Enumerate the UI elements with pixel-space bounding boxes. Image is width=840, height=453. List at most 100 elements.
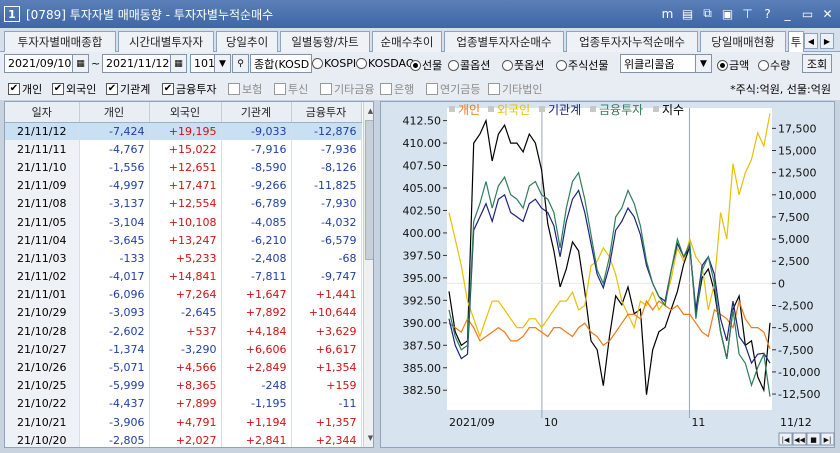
- restore-icon[interactable]: ▭: [799, 4, 816, 23]
- chart-nav-icon[interactable]: ▶|: [824, 436, 832, 444]
- column-header[interactable]: 외국인: [149, 102, 222, 123]
- help-icon[interactable]: ?: [759, 4, 776, 23]
- value-cell: -7,930: [291, 194, 362, 213]
- filter-checkbox-2[interactable]: ✔ 기관계: [106, 81, 150, 97]
- filter-row: ✔ 개인 ✔ 외국인 ✔ 기관계 ✔ 금융투자 보험 투신 기타금융 은행 연기금등 기타법인 *주식:억…: [0, 76, 840, 100]
- table-row[interactable]: 21/11/04 -3,645 +13,247 -6,210 -6,579: [5, 231, 362, 250]
- tab-2[interactable]: 당일추이: [216, 31, 278, 52]
- filter-checkbox-5: 투신: [274, 81, 308, 97]
- radio-icon[interactable]: [556, 59, 567, 71]
- m-icon[interactable]: m: [659, 4, 676, 23]
- minimize-icon[interactable]: _: [779, 4, 796, 23]
- column-header[interactable]: 기관계: [221, 102, 292, 123]
- table-row[interactable]: 21/10/26 -5,071 +4,566 +2,849 +1,354: [5, 358, 362, 377]
- checkbox-checked-icon[interactable]: ✔: [52, 83, 64, 95]
- filter-checkbox-3[interactable]: ✔ 금융투자: [162, 81, 216, 97]
- tab-scroll-left-icon[interactable]: ◀: [804, 33, 818, 49]
- scroll-down-icon[interactable]: ▼: [365, 431, 373, 445]
- table-row[interactable]: 21/11/09 -4,997 +17,471 -9,266 -11,825: [5, 176, 362, 195]
- market-select[interactable]: 종합(KOSD: [250, 54, 312, 73]
- value-cell: -4,767: [79, 140, 150, 159]
- copy-icon[interactable]: ⧉: [699, 4, 716, 23]
- table-row[interactable]: 21/11/08 -3,137 +12,554 -6,789 -7,930: [5, 194, 362, 213]
- column-header[interactable]: 개인: [79, 102, 150, 123]
- chart-nav-icon[interactable]: |◀: [782, 436, 790, 444]
- table-row[interactable]: 21/10/21 -3,906 +4,791 +1,194 +1,357: [5, 413, 362, 432]
- unit-radio-1[interactable]: 수량: [758, 57, 790, 73]
- tab-8[interactable]: 투: [788, 31, 804, 52]
- chevron-down-icon[interactable]: ▼: [695, 54, 712, 73]
- market-radio-4[interactable]: 풋옵션: [502, 57, 544, 73]
- unit-radio-0[interactable]: 금액: [717, 57, 749, 73]
- tab-1[interactable]: 시간대별투자자: [118, 31, 214, 52]
- market-radio-5[interactable]: 주식선물: [556, 57, 608, 73]
- tab-4[interactable]: 순매수추이: [372, 31, 442, 52]
- tab-scroll-right-icon[interactable]: ▶: [820, 33, 834, 49]
- market-radio-label: KOSDAQ: [368, 57, 415, 70]
- market-radio-1[interactable]: KOSDAQ: [356, 57, 415, 70]
- table-row[interactable]: 21/11/01 -6,096 +7,264 +1,647 +1,441: [5, 285, 362, 304]
- right-axis-label: -12,500: [778, 388, 820, 401]
- table-row[interactable]: 21/11/05 -3,104 +10,108 -4,085 -4,032: [5, 212, 362, 232]
- scroll-up-icon[interactable]: ▲: [365, 104, 373, 118]
- table-row[interactable]: 21/11/02 -4,017 +14,841 -7,811 -9,747: [5, 267, 362, 286]
- table-row[interactable]: 21/11/11 -4,767 +15,022 -7,916 -7,936: [5, 140, 362, 159]
- scrollbar-thumb[interactable]: [365, 120, 373, 260]
- market-radio-2[interactable]: 선물: [410, 57, 442, 73]
- table-row[interactable]: 21/10/28 -2,602 +537 +4,184 +3,629: [5, 322, 362, 341]
- tab-6[interactable]: 업종투자자누적순매수: [566, 31, 698, 52]
- left-axis-label: 402.50: [403, 204, 442, 217]
- radio-icon[interactable]: [448, 59, 459, 71]
- table-row[interactable]: 21/11/03 -133 +5,233 -2,408 -68: [5, 249, 362, 268]
- value-cell: +4,791: [149, 413, 222, 432]
- chevron-down-icon[interactable]: ▼: [214, 54, 231, 73]
- market-radio-0[interactable]: KOSPI: [312, 57, 356, 70]
- table-row[interactable]: 21/10/27 -1,374 -3,290 +6,606 +6,617: [5, 340, 362, 359]
- calendar-icon[interactable]: ▦: [72, 54, 89, 73]
- filter-checkbox-1[interactable]: ✔ 외국인: [52, 81, 96, 97]
- date-cell: 21/11/09: [5, 176, 80, 195]
- pin-icon[interactable]: ⊤: [739, 4, 756, 23]
- radio-icon[interactable]: [758, 59, 769, 71]
- left-axis-label: 400.00: [403, 227, 442, 240]
- column-header[interactable]: 금융투자: [291, 102, 362, 123]
- value-cell: -11,825: [291, 176, 362, 195]
- start-date-field[interactable]: 2021/09/10: [4, 54, 74, 73]
- left-axis-label: 382.50: [403, 384, 442, 397]
- radio-icon[interactable]: [502, 59, 513, 71]
- query-button[interactable]: 조회: [802, 54, 832, 73]
- tab-5[interactable]: 업종별투자자순매수: [444, 31, 564, 52]
- calendar-icon[interactable]: ▦: [170, 54, 187, 73]
- checkbox-checked-icon[interactable]: ✔: [106, 83, 118, 95]
- radio-icon[interactable]: [410, 59, 421, 71]
- tab-7[interactable]: 당일매매현황: [700, 31, 786, 52]
- filter-checkbox-0[interactable]: ✔ 개인: [8, 81, 42, 97]
- window-icon[interactable]: ▣: [719, 4, 736, 23]
- table-row[interactable]: 21/10/20 -2,805 +2,027 +2,841 +2,344: [5, 431, 362, 447]
- end-date-field[interactable]: 2021/11/12: [102, 54, 172, 73]
- tab-3[interactable]: 일별동향/차트: [280, 31, 370, 52]
- search-icon[interactable]: ⚲: [232, 54, 249, 73]
- radio-icon[interactable]: [312, 58, 323, 69]
- table-row[interactable]: 21/10/29 -3,093 -2,645 +7,892 +10,644: [5, 303, 362, 323]
- close-icon[interactable]: ✕: [819, 4, 836, 23]
- table-row[interactable]: 21/10/25 -5,999 +8,365 -248 +159: [5, 376, 362, 395]
- chart-nav-icon[interactable]: ◀◀: [794, 436, 805, 444]
- window-number-badge[interactable]: 1: [4, 6, 20, 22]
- value-cell: -9,033: [221, 122, 292, 141]
- checkbox-checked-icon[interactable]: ✔: [8, 83, 20, 95]
- legend-label: 지수: [662, 103, 684, 117]
- column-header[interactable]: 일자: [5, 102, 80, 123]
- table-row[interactable]: 21/11/12 -7,424 +19,195 -9,033 -12,876: [5, 122, 362, 141]
- table-row[interactable]: 21/11/10 -1,556 +12,651 -8,590 -8,126: [5, 158, 362, 177]
- market-radio-3[interactable]: 콜옵션: [448, 57, 490, 73]
- weekly-option-select[interactable]: 위클리콜옵: [620, 54, 696, 73]
- table-row[interactable]: 21/10/22 -4,437 +7,899 -1,195 -11: [5, 394, 362, 413]
- chart-nav-icon[interactable]: ■: [810, 436, 817, 444]
- checkbox-checked-icon[interactable]: ✔: [162, 83, 174, 95]
- tab-0[interactable]: 투자자별매매종합: [4, 31, 116, 52]
- radio-icon[interactable]: [356, 58, 367, 69]
- radio-icon[interactable]: [717, 59, 728, 71]
- save-icon[interactable]: ▤: [679, 4, 696, 23]
- table-scrollbar[interactable]: ▲ ▼: [363, 102, 373, 447]
